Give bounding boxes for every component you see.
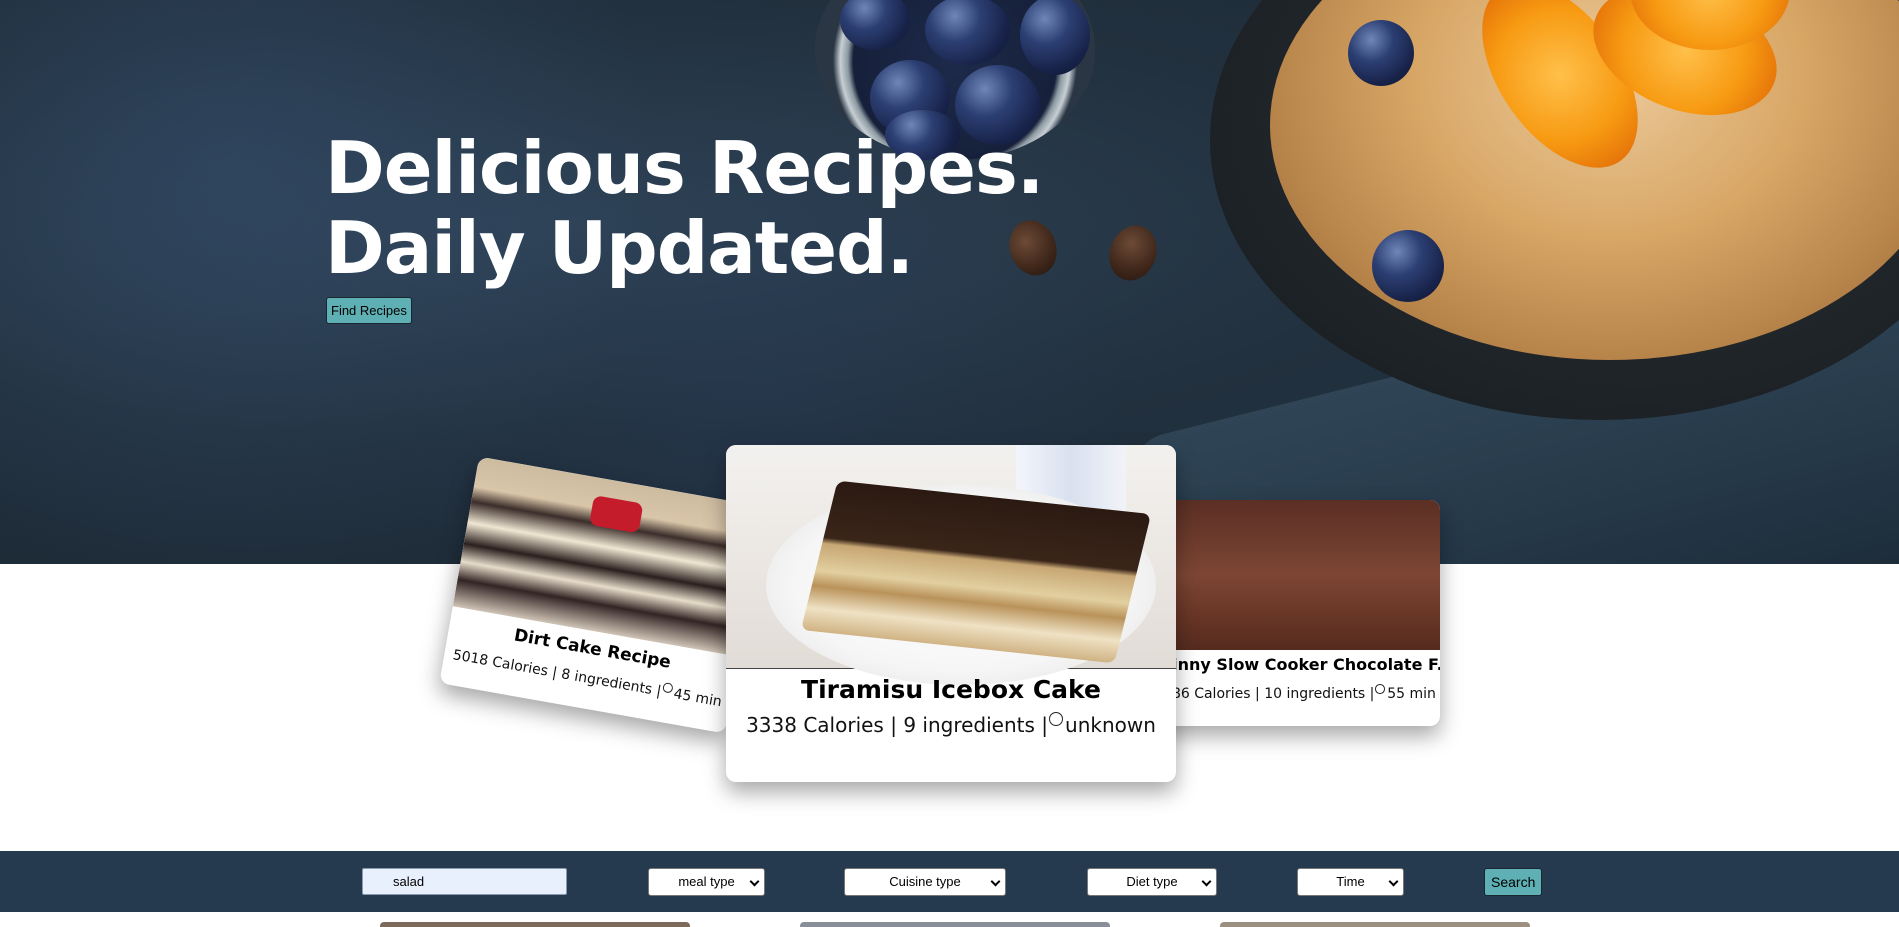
result-card-preview[interactable] [380, 922, 690, 927]
search-bar: meal type Cuisine type Diet type Time Se… [0, 851, 1899, 912]
clock-icon [1049, 712, 1064, 726]
recipe-time: unknown [1065, 713, 1156, 737]
recipe-ingredients: 10 ingredients [1264, 685, 1366, 702]
chevron-down-icon [1388, 876, 1399, 887]
recipe-title: Tiramisu Icebox Cake [801, 675, 1101, 704]
cuisine-type-select-value: Cuisine type [889, 874, 961, 889]
recipe-ingredients: 9 ingredients [903, 713, 1035, 737]
recipe-image [1150, 500, 1440, 650]
diet-type-select-value: Diet type [1126, 874, 1178, 889]
page: Delicious Recipes. Daily Updated. Find R… [0, 0, 1899, 927]
clock-icon [662, 682, 674, 694]
recipe-calories: 5018 Calories [451, 647, 550, 680]
recipe-card-featured[interactable]: Tiramisu Icebox Cake 3338 Calories | 9 i… [726, 445, 1176, 782]
find-recipes-button[interactable]: Find Recipes [326, 297, 412, 324]
result-card-preview[interactable] [800, 922, 1110, 927]
time-select-value: Time [1336, 874, 1365, 889]
recipe-time: 45 min [672, 686, 723, 711]
hero-title-line-2: Daily Updated. [325, 206, 914, 290]
diet-type-select[interactable]: Diet type [1087, 868, 1217, 896]
blueberry-image [1348, 20, 1414, 86]
recipe-card[interactable]: Skinny Slow Cooker Chocolate F... 1586 C… [1150, 500, 1440, 726]
recipe-time: 55 min [1387, 685, 1436, 702]
chevron-down-icon [749, 876, 760, 887]
time-select[interactable]: Time [1297, 868, 1404, 896]
meal-type-select[interactable]: meal type [648, 868, 765, 896]
meal-type-select-value: meal type [678, 874, 735, 889]
search-input[interactable] [362, 868, 567, 895]
hero-title: Delicious Recipes. Daily Updated. [325, 128, 1125, 288]
search-button[interactable]: Search [1484, 868, 1543, 896]
chevron-down-icon [1201, 876, 1212, 887]
recipe-title: Skinny Slow Cooker Chocolate F... [1150, 655, 1440, 674]
clock-icon [1375, 684, 1386, 694]
recipe-ingredients: 8 ingredients [559, 666, 654, 698]
hero-title-line-1: Delicious Recipes. [325, 126, 1044, 210]
recipe-image [726, 445, 1176, 685]
recipe-calories: 3338 Calories [746, 713, 884, 737]
recipe-meta: 3338 Calories | 9 ingredients | unknown [746, 712, 1156, 737]
chevron-down-icon [990, 876, 1001, 887]
result-card-preview[interactable] [1220, 922, 1530, 927]
cuisine-type-select[interactable]: Cuisine type [844, 868, 1006, 896]
recipe-meta: 1586 Calories | 10 ingredients | 55 min [1154, 684, 1436, 702]
blueberry-image [1372, 230, 1444, 302]
strawberry-topping [589, 495, 644, 534]
recipe-card[interactable]: Dirt Cake Recipe 5018 Calories | 8 ingre… [439, 456, 765, 734]
